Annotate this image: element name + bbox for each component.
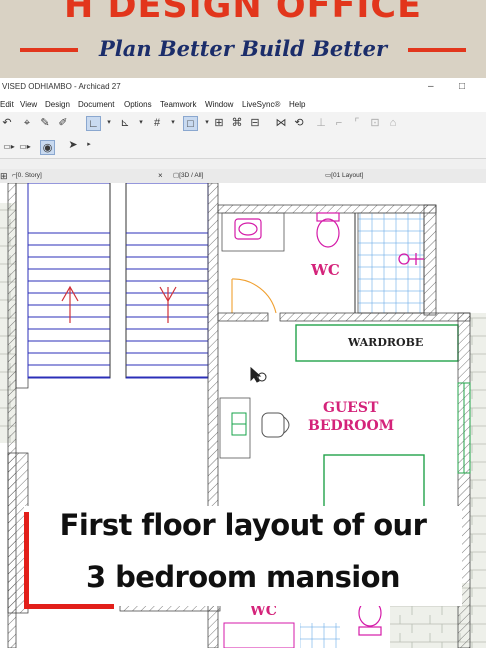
corner-icon[interactable]: ⌐ — [332, 116, 346, 130]
grid-icon[interactable]: # — [150, 116, 164, 130]
table-icon[interactable]: ⊞ — [212, 116, 226, 130]
wardrobe-top-wall — [279, 312, 471, 322]
selection-box-icon[interactable]: □ — [183, 116, 198, 131]
eyedropper-icon[interactable]: ⌖ — [20, 116, 34, 130]
window-title: VISED ODHIAMBO - Archicad 27 — [2, 82, 121, 91]
split-icon[interactable]: ⊡ — [368, 116, 382, 130]
shower-wall — [423, 204, 437, 316]
menu-window[interactable]: Window — [205, 100, 233, 109]
banner-title: H DESIGN OFFICE — [63, 0, 423, 26]
room-label-wardrobe: WARDROBE — [348, 336, 424, 349]
chair — [261, 412, 290, 438]
explode-icon[interactable]: ⌂ — [386, 116, 400, 130]
brand-banner: H DESIGN OFFICE Plan Better Build Better — [0, 0, 486, 78]
main-toolbar: ↶ ⌖ ✎ ✐ ∟ ▾ ⊾ ▾ # ▾ □ ▾ ⊞ ⌘ ⊟ ⋈ ⟲ ⊥ ⌐ ⌜ … — [0, 112, 486, 135]
shower-tiles — [357, 212, 425, 314]
tab-story[interactable]: ⌐[0. Story] — [12, 169, 42, 183]
tab-story-close[interactable]: × — [158, 169, 163, 183]
pencil-icon[interactable]: ✎ — [38, 116, 52, 130]
menu-design[interactable]: Design — [45, 100, 70, 109]
slab-tool-icon[interactable]: ⊾ — [118, 116, 132, 130]
minimize-button[interactable]: – — [428, 81, 434, 92]
cursor-icon — [250, 366, 267, 383]
wall-tool-icon[interactable]: ∟ — [86, 116, 101, 131]
menu-teamwork[interactable]: Teamwork — [160, 100, 196, 109]
menu-document[interactable]: Document — [78, 100, 114, 109]
caption-line-1: First floor layout of our — [59, 508, 427, 542]
dropdown-arrow-icon[interactable]: ▾ — [134, 116, 148, 130]
tab-layout[interactable]: ▭[01 Layout] — [325, 169, 363, 183]
maximize-button[interactable]: □ — [459, 81, 465, 92]
menu-options[interactable]: Options — [124, 100, 152, 109]
menu-livesync[interactable]: LiveSync® — [242, 100, 280, 109]
room-label-wc-upper: WC — [311, 261, 340, 279]
display-toggle-icon[interactable]: ▭▸ — [18, 140, 32, 154]
title-bar: VISED ODHIAMBO - Archicad 27 – □ — [0, 78, 486, 99]
tab-story-label: [0. Story] — [15, 172, 42, 179]
layer-icon[interactable]: ⊟ — [248, 116, 262, 130]
wall-left-inner — [15, 183, 29, 389]
tab-layout-label: [01 Layout] — [331, 172, 364, 179]
undo-icon[interactable]: ↶ — [0, 116, 14, 130]
dropdown-arrow-icon[interactable]: ▸ — [82, 138, 96, 152]
view-tab-bar: ⊞ ⌐[0. Story] × ▢[3D / All] ▭[01 Layout] — [0, 169, 486, 184]
menu-view[interactable]: View — [20, 100, 37, 109]
caption-accent-horizontal — [24, 604, 114, 609]
inject-icon[interactable]: ✐ — [56, 116, 70, 130]
stair-treads — [28, 232, 208, 378]
secondary-toolbar: ▭▸ ▭▸ ◉ ➤ ▸ — [0, 134, 486, 159]
core-wall — [207, 183, 219, 514]
tab-3d[interactable]: ▢[3D / All] — [173, 169, 203, 183]
mirror-icon[interactable]: ⋈ — [274, 116, 288, 130]
3d-orbit-icon[interactable]: ◉ — [40, 140, 55, 155]
wc-door — [231, 278, 277, 314]
rotate-icon[interactable]: ⟲ — [292, 116, 306, 130]
wc-bottom-wall — [217, 312, 269, 322]
toilet-upper — [316, 212, 340, 248]
arrow-pointer-icon[interactable]: ➤ — [66, 138, 80, 152]
view-toggle-icon[interactable]: ▭▸ — [2, 140, 16, 154]
washbasin — [234, 218, 262, 240]
cross-icon[interactable]: ⌘ — [230, 116, 244, 130]
menu-edit[interactable]: Edit — [0, 100, 14, 109]
adjust-icon[interactable]: ⌜ — [350, 116, 364, 130]
room-label-guest: GUEST — [323, 400, 379, 416]
trim-icon[interactable]: ⊥ — [314, 116, 328, 130]
tab-3d-label: [3D / All] — [179, 172, 204, 179]
wc-top-wall — [217, 204, 437, 214]
staircase — [27, 183, 209, 379]
menu-bar: Edit View Design Document Options Teamwo… — [0, 98, 486, 112]
navigator-icon[interactable]: ⊞ — [0, 169, 8, 183]
lower-vanity — [223, 622, 295, 648]
banner-divider-right — [408, 48, 466, 52]
caption-line-2: 3 bedroom mansion — [86, 560, 401, 594]
desk-computer — [231, 412, 247, 436]
room-label-bedroom: BEDROOM — [308, 418, 395, 434]
lower-tiles — [300, 623, 340, 648]
dropdown-arrow-icon[interactable]: ▾ — [166, 116, 180, 130]
menu-help[interactable]: Help — [289, 100, 305, 109]
dropdown-arrow-icon[interactable]: ▾ — [102, 116, 116, 130]
